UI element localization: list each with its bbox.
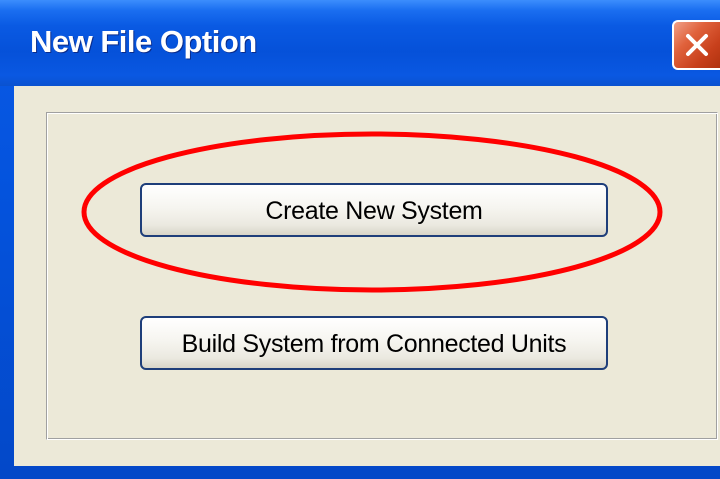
dialog-window: New File Option Create New System Build … (0, 0, 720, 479)
dialog-body: Create New System Build System from Conn… (14, 86, 720, 466)
window-title: New File Option (30, 24, 257, 59)
title-bar[interactable]: New File Option (0, 0, 720, 86)
build-system-from-connected-units-button[interactable]: Build System from Connected Units (140, 316, 608, 370)
close-icon (686, 34, 708, 56)
create-new-system-button[interactable]: Create New System (140, 183, 608, 237)
close-button[interactable] (672, 20, 720, 70)
options-group (46, 112, 718, 440)
